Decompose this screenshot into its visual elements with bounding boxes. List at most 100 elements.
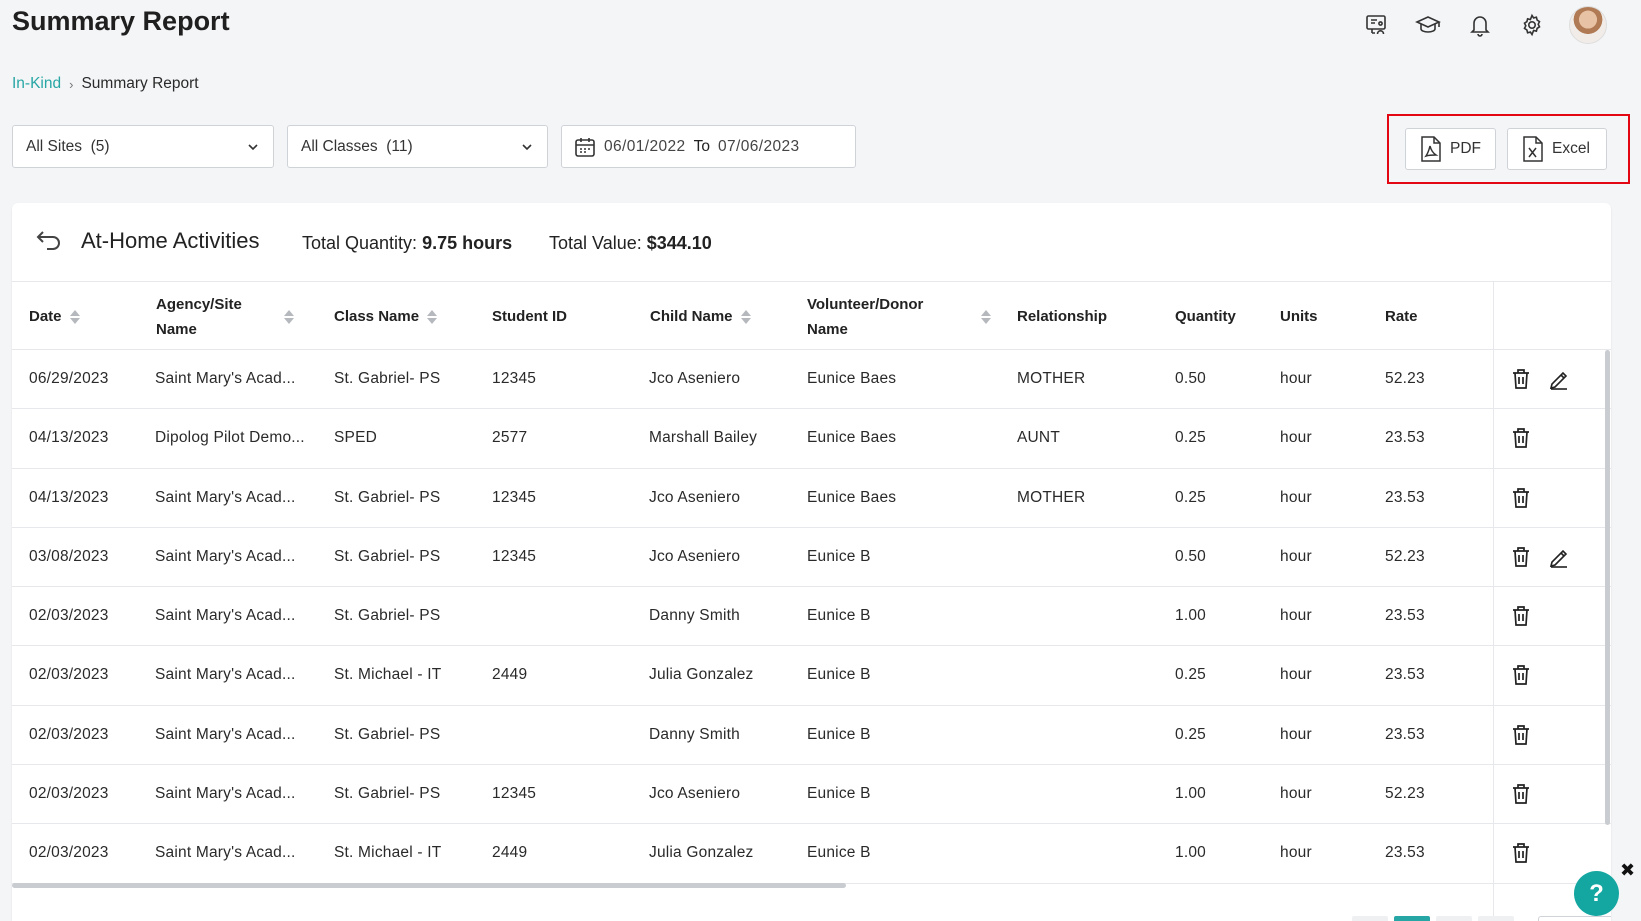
- date-to-label: To: [693, 137, 710, 155]
- sort-icon[interactable]: [981, 309, 991, 324]
- page-size-select[interactable]: [1538, 916, 1611, 921]
- cell-volunteer: Eunice Baes: [807, 429, 897, 447]
- sort-icon[interactable]: [427, 309, 438, 324]
- total-value: Total Value: $344.10: [549, 233, 712, 254]
- cell-student-id: 12345: [492, 488, 537, 506]
- cell-volunteer: Eunice Baes: [807, 370, 897, 387]
- cell-class-name: St. Gabriel- PS: [334, 547, 441, 565]
- vertical-scrollbar[interactable]: [1605, 350, 1610, 825]
- close-help-icon[interactable]: ✖: [1620, 860, 1635, 881]
- cell-student-id: 2449: [492, 844, 528, 862]
- column-header-class-name[interactable]: Class Name: [334, 282, 438, 351]
- pagination-prev[interactable]: [1352, 916, 1388, 921]
- cell-volunteer: Eunice B: [807, 785, 871, 803]
- pagination-next[interactable]: [1478, 916, 1514, 921]
- column-header-agency[interactable]: Agency/Site Name: [156, 282, 306, 351]
- column-header-quantity[interactable]: Quantity: [1175, 282, 1236, 351]
- trash-icon[interactable]: [1509, 426, 1533, 450]
- column-header-rate[interactable]: Rate: [1385, 282, 1418, 351]
- back-arrow-icon[interactable]: [34, 225, 64, 255]
- date-range-picker[interactable]: 06/01/2022 To 07/06/2023: [561, 125, 856, 168]
- sort-icon[interactable]: [284, 309, 294, 324]
- cell-rate: 52.23: [1385, 547, 1425, 565]
- trash-icon[interactable]: [1509, 841, 1533, 865]
- column-header-relationship-label: Relationship: [1017, 308, 1108, 325]
- cell-quantity: 1.00: [1175, 607, 1206, 625]
- table-row[interactable]: 02/03/2023 Saint Mary's Acad... St. Gabrie…: [12, 765, 1611, 825]
- cell-date: 03/08/2023: [29, 547, 109, 565]
- trash-icon[interactable]: [1509, 723, 1533, 747]
- gear-icon[interactable]: [1517, 9, 1547, 41]
- sort-icon[interactable]: [740, 309, 751, 324]
- cell-child-name: Jco Aseniero: [649, 785, 741, 803]
- cell-agency: Dipolog Pilot Demo...: [155, 429, 305, 447]
- column-header-relationship[interactable]: Relationship: [1017, 282, 1107, 351]
- graduation-cap-icon[interactable]: [1413, 9, 1443, 41]
- report-card: At-Home Activities Total Quantity: 9.75 …: [12, 203, 1611, 921]
- table-row[interactable]: 06/29/2023 Saint Mary's Acad... St. Gabrie…: [12, 350, 1611, 410]
- pdf-export-button[interactable]: PDF: [1405, 128, 1496, 170]
- column-header-units[interactable]: Units: [1280, 282, 1318, 351]
- cell-quantity: 0.50: [1175, 547, 1206, 565]
- trash-icon[interactable]: [1509, 663, 1533, 687]
- trash-icon[interactable]: [1509, 367, 1533, 391]
- cell-date: 02/03/2023: [29, 725, 109, 743]
- trash-icon[interactable]: [1509, 604, 1533, 628]
- breadcrumb: In-Kind › Summary Report: [12, 75, 199, 93]
- cell-class-name: SPED: [334, 429, 378, 447]
- table-row[interactable]: 02/03/2023 Saint Mary's Acad... St. Michae…: [12, 646, 1611, 706]
- cell-child-name: Julia Gonzalez: [649, 844, 754, 862]
- horizontal-scrollbar[interactable]: [12, 883, 846, 888]
- column-header-child-name[interactable]: Child Name: [650, 282, 751, 351]
- avatar[interactable]: [1569, 6, 1607, 44]
- pagination-page-active[interactable]: [1394, 916, 1430, 921]
- table-row[interactable]: 04/13/2023 Saint Mary's Acad... St. Gabrie…: [12, 469, 1611, 528]
- cell-student-id: 2449: [492, 666, 528, 684]
- classes-select[interactable]: All Classes (11): [287, 125, 548, 168]
- sites-select[interactable]: All Sites (5): [12, 125, 274, 168]
- column-header-date-label: Date: [29, 308, 62, 325]
- date-to: 07/06/2023: [717, 137, 800, 155]
- excel-file-icon: [1523, 136, 1543, 162]
- edit-pencil-icon[interactable]: [1547, 545, 1571, 569]
- cell-agency: Saint Mary's Acad...: [155, 666, 296, 684]
- column-header-volunteer-line2: Name: [807, 320, 848, 338]
- table-row[interactable]: 02/03/2023 Saint Mary's Acad... St. Michae…: [12, 824, 1611, 884]
- trash-icon[interactable]: [1509, 486, 1533, 510]
- cell-child-name: Jco Aseniero: [649, 488, 741, 506]
- sort-icon[interactable]: [69, 309, 80, 324]
- row-actions: [1509, 587, 1533, 645]
- trash-icon[interactable]: [1509, 782, 1533, 806]
- cell-date: 02/03/2023: [29, 666, 109, 684]
- bell-icon[interactable]: [1465, 9, 1495, 41]
- cell-student-id: 12345: [492, 547, 537, 565]
- presentation-icon[interactable]: [1361, 9, 1391, 41]
- table-row[interactable]: 03/08/2023 Saint Mary's Acad... St. Gabrie…: [12, 528, 1611, 588]
- total-quantity: Total Quantity: 9.75 hours: [302, 233, 512, 254]
- pdf-file-icon: [1421, 136, 1441, 162]
- top-bar: Summary Report: [0, 0, 1641, 52]
- cell-date: 06/29/2023: [29, 370, 109, 387]
- cell-quantity: 0.25: [1175, 488, 1206, 506]
- column-header-volunteer[interactable]: Volunteer/Donor Name: [807, 282, 997, 351]
- breadcrumb-link-in-kind[interactable]: In-Kind: [12, 75, 61, 93]
- cell-volunteer: Eunice B: [807, 666, 871, 684]
- cell-rate: 52.23: [1385, 785, 1425, 803]
- cell-class-name: St. Gabriel- PS: [334, 785, 441, 803]
- column-header-student-id[interactable]: Student ID: [492, 282, 567, 351]
- edit-pencil-icon[interactable]: [1547, 367, 1571, 391]
- cell-class-name: St. Michael - IT: [334, 844, 442, 862]
- cell-quantity: 1.00: [1175, 844, 1206, 862]
- column-header-date[interactable]: Date: [29, 282, 80, 351]
- cell-rate: 23.53: [1385, 844, 1425, 862]
- cell-child-name: Danny Smith: [649, 725, 740, 743]
- help-button[interactable]: ?: [1574, 871, 1619, 916]
- excel-export-button[interactable]: Excel: [1507, 128, 1607, 170]
- trash-icon[interactable]: [1509, 545, 1533, 569]
- pagination-page[interactable]: [1436, 916, 1472, 921]
- cell-rate: 23.53: [1385, 725, 1425, 743]
- table-row[interactable]: 02/03/2023 Saint Mary's Acad... St. Gabrie…: [12, 706, 1611, 766]
- table-row[interactable]: 02/03/2023 Saint Mary's Acad... St. Gabrie…: [12, 587, 1611, 647]
- column-header-volunteer-line1: Volunteer/Donor: [807, 295, 924, 313]
- table-row[interactable]: 04/13/2023 Dipolog Pilot Demo... SPED 2577 M…: [12, 409, 1611, 469]
